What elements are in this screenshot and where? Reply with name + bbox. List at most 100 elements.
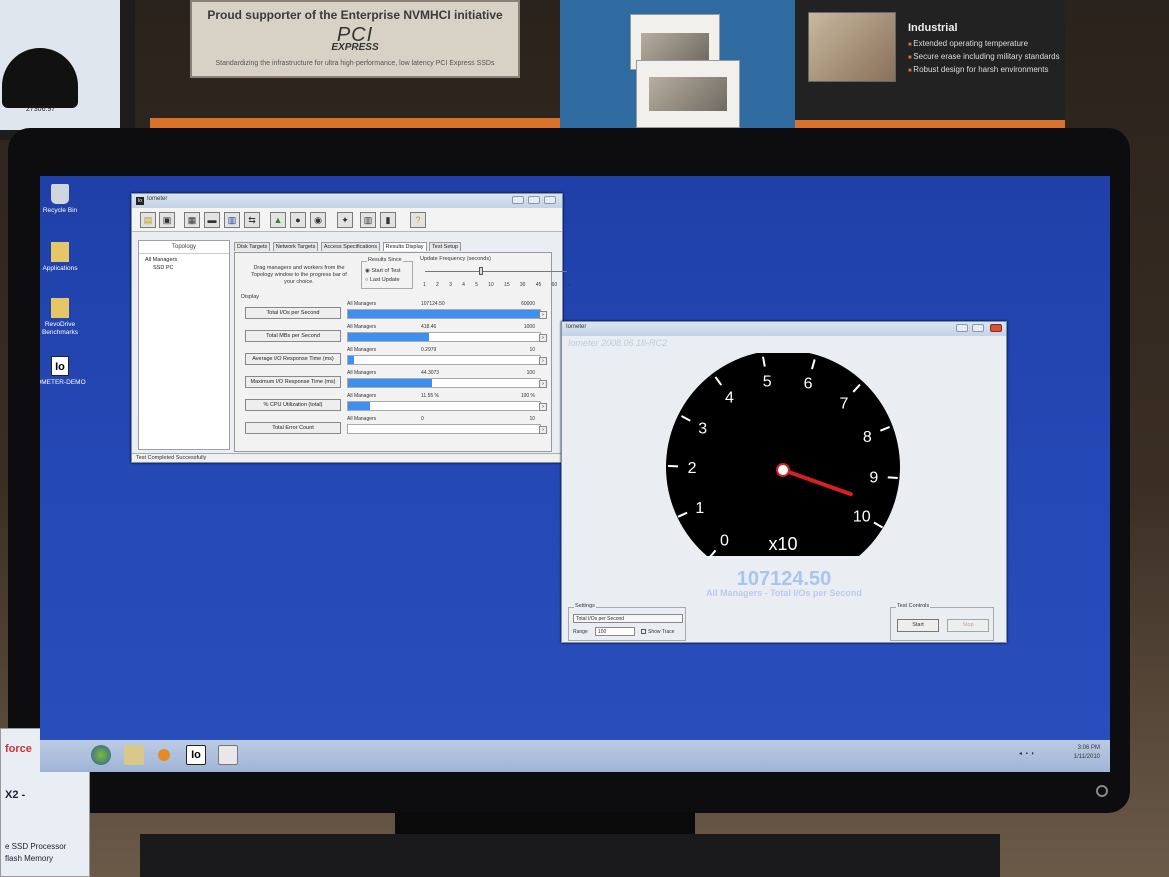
save-icon[interactable]: ▣ bbox=[159, 212, 175, 228]
duplicate-worker-icon[interactable]: ▥ bbox=[224, 212, 240, 228]
metric-value: 418.46 bbox=[421, 324, 437, 330]
desktop-icon-recycle-bin[interactable]: Recycle Bin bbox=[40, 184, 90, 215]
metric-value: 0 bbox=[421, 416, 424, 422]
metric-progress-fill bbox=[348, 310, 540, 318]
metric-value: 44.3073 bbox=[421, 370, 440, 376]
stop-button[interactable]: Stop bbox=[947, 619, 989, 632]
clock[interactable]: 3:06 PM 1/11/2010 bbox=[1074, 744, 1100, 762]
manager-label: All Managers bbox=[347, 393, 377, 399]
tree-item-ssd-pc[interactable]: SSD PC bbox=[145, 264, 223, 272]
folder-icon bbox=[51, 242, 69, 262]
minimize-button[interactable] bbox=[512, 196, 524, 204]
power-icon[interactable] bbox=[1096, 785, 1108, 797]
chevron-right-icon[interactable]: › bbox=[539, 426, 547, 434]
tab-strip: Disk Targets Network Targets Access Spec… bbox=[234, 242, 462, 252]
chevron-right-icon[interactable]: › bbox=[539, 334, 547, 342]
tab-access-specifications[interactable]: Access Specifications bbox=[320, 242, 381, 251]
dial-number: 8 bbox=[863, 429, 872, 446]
explorer-icon[interactable] bbox=[124, 745, 144, 765]
brochure bbox=[636, 60, 740, 128]
help-icon[interactable]: ? bbox=[410, 212, 426, 228]
desktop-icon-revodrive[interactable]: RevoDrive Benchmarks bbox=[40, 298, 90, 337]
display-caption: Display bbox=[241, 294, 260, 300]
tab-network-targets[interactable]: Network Targets bbox=[272, 242, 319, 251]
minimize-button[interactable] bbox=[956, 324, 968, 332]
stop-all-icon[interactable]: ◉ bbox=[310, 212, 326, 228]
desktop-icon-iometer-demo[interactable]: Io IOMETER-DEMO bbox=[40, 356, 90, 387]
metric-button[interactable]: Average I/O Response Time (ms) bbox=[245, 353, 341, 365]
frequency-tick-label: 10 bbox=[488, 282, 494, 288]
close-button[interactable] bbox=[544, 196, 556, 204]
industrial-item: Extended operating temperature bbox=[908, 38, 1060, 51]
background-monitor: 27306.97 bbox=[0, 0, 135, 140]
chevron-right-icon[interactable]: › bbox=[539, 357, 547, 365]
show-trace-checkbox[interactable]: Show Trace bbox=[641, 629, 674, 635]
iometer-gauge-taskbar-icon[interactable] bbox=[218, 745, 238, 765]
metric-button[interactable]: Total I/Os per Second bbox=[245, 307, 341, 319]
metric-button[interactable]: % CPU Utilization (total) bbox=[245, 399, 341, 411]
disconnect-icon[interactable]: ⇆ bbox=[244, 212, 260, 228]
open-icon[interactable]: ▤ bbox=[140, 212, 156, 228]
desktop-icon-applications[interactable]: Applications bbox=[40, 242, 90, 273]
close-button[interactable] bbox=[990, 324, 1002, 332]
chevron-right-icon[interactable]: › bbox=[539, 380, 547, 388]
frequency-tick-label: 4 bbox=[462, 282, 465, 288]
manager-label: All Managers bbox=[347, 324, 377, 330]
metric-max: 60000 bbox=[521, 301, 535, 307]
result-row: % CPU Utilization (total) All Managers 11.… bbox=[241, 393, 549, 415]
maximize-button[interactable] bbox=[972, 324, 984, 332]
metric-button[interactable]: Maximum I/O Response Time (ms) bbox=[245, 376, 341, 388]
brochure-image bbox=[641, 33, 709, 61]
tab-test-setup[interactable]: Test Setup bbox=[429, 242, 462, 251]
dial-number: 2 bbox=[688, 460, 697, 477]
checkbox-box[interactable] bbox=[641, 629, 646, 635]
industrial-item: Secure erase including military standard… bbox=[908, 51, 1059, 64]
industrial-image bbox=[808, 12, 896, 82]
chevron-right-icon[interactable]: › bbox=[539, 311, 547, 319]
radio-last-update[interactable]: ○ Last Update bbox=[362, 277, 412, 283]
app-icon: Io bbox=[136, 197, 144, 205]
start-test-icon[interactable]: ▲ bbox=[270, 212, 286, 228]
dial-number: 3 bbox=[698, 420, 707, 437]
iometer-icon: Io bbox=[51, 356, 69, 376]
media-player-icon[interactable] bbox=[158, 749, 170, 761]
metric-select[interactable]: Total I/Os per Second bbox=[573, 614, 683, 623]
chevron-right-icon[interactable]: › bbox=[539, 403, 547, 411]
tab-results-display[interactable]: Results Display bbox=[382, 242, 427, 251]
frequency-tick-label: 1 bbox=[423, 282, 426, 288]
system-tray[interactable]: ◂ ▪ ◐ bbox=[1019, 750, 1036, 757]
start-button[interactable] bbox=[91, 745, 111, 765]
maximize-button[interactable] bbox=[528, 196, 540, 204]
tab-disk-targets[interactable]: Disk Targets bbox=[234, 242, 271, 251]
new-network-worker-icon[interactable]: ▬ bbox=[204, 212, 220, 228]
range-input[interactable]: 100 bbox=[595, 627, 635, 636]
window-title: Iometer bbox=[147, 196, 168, 202]
dial-number: 0 bbox=[720, 533, 729, 550]
metric-progress-fill bbox=[348, 402, 371, 410]
about-icon[interactable]: ▮ bbox=[380, 212, 396, 228]
topology-panel: Topology All Managers SSD PC bbox=[138, 240, 230, 450]
dial-multiplier: x10 bbox=[768, 534, 797, 554]
metric-button[interactable]: Total MBs per Second bbox=[245, 330, 341, 342]
iometer-taskbar-icon[interactable]: Io bbox=[186, 745, 206, 765]
start-button[interactable]: Start bbox=[897, 619, 939, 632]
brochure-image bbox=[649, 77, 727, 111]
results-since-caption: Results Since bbox=[367, 257, 403, 263]
product-card-brand: force bbox=[5, 743, 32, 755]
metric-progress-fill bbox=[348, 333, 429, 341]
update-frequency-slider-thumb[interactable] bbox=[479, 267, 483, 275]
new-worker-icon[interactable]: ▦ bbox=[184, 212, 200, 228]
dial-number: 4 bbox=[725, 389, 734, 406]
tree-item-all-managers[interactable]: All Managers bbox=[145, 256, 223, 264]
settings-caption: Settings bbox=[574, 603, 596, 609]
frequency-tick-label: 45 bbox=[535, 282, 542, 288]
exit-icon[interactable]: ▥ bbox=[360, 212, 376, 228]
radio-start-of-test[interactable]: ◉ Start of Test bbox=[362, 265, 412, 274]
metric-progress-bar bbox=[347, 378, 541, 388]
reset-workers-icon[interactable]: ✦ bbox=[337, 212, 353, 228]
stop-icon[interactable]: ● bbox=[290, 212, 306, 228]
update-frequency-slider-track[interactable] bbox=[425, 271, 567, 272]
window-title: Iometer bbox=[566, 324, 587, 330]
pci-express-banner: Proud supporter of the Enterprise NVMHCI… bbox=[190, 0, 520, 78]
metric-button[interactable]: Total Error Count bbox=[245, 422, 341, 434]
